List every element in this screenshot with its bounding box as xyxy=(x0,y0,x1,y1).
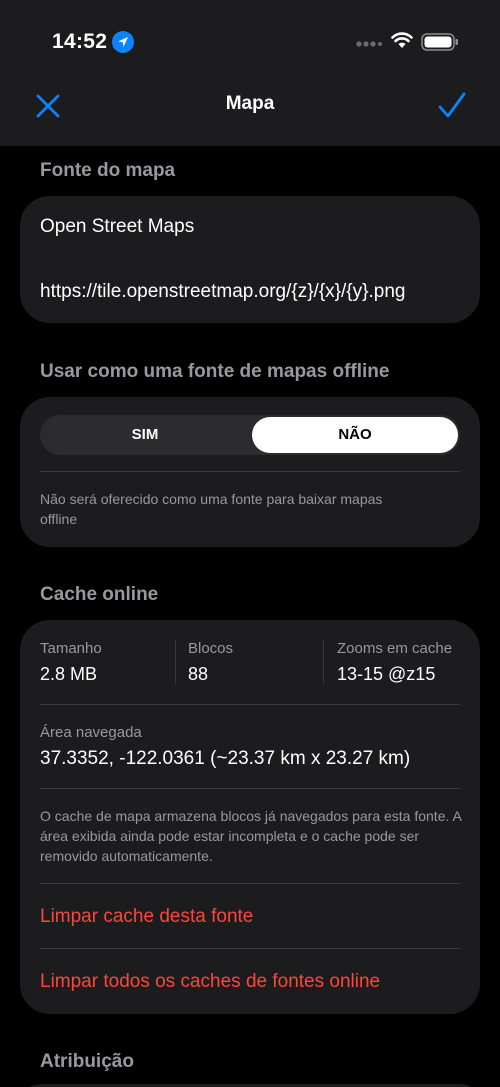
divider xyxy=(323,640,324,684)
checkmark-icon[interactable] xyxy=(436,90,468,122)
offline-note: Não será oferecido como uma fonte para b… xyxy=(40,491,383,527)
cache-note: O cache de mapa armazena blocos já naveg… xyxy=(40,808,462,864)
offline-card: SIM NÃO Não será oferecido como uma font… xyxy=(20,397,480,547)
size-label: Tamanho xyxy=(40,640,102,657)
zooms-value: 13-15 @z15 xyxy=(337,664,436,684)
divider xyxy=(175,640,176,684)
battery-icon xyxy=(421,33,458,51)
cellular-signal-icon xyxy=(356,41,382,47)
area-value: 37.3352, -122.0361 (~23.37 km x 23.27 km… xyxy=(40,748,411,769)
segment-option-no[interactable]: NÃO xyxy=(252,417,458,453)
map-source-name[interactable]: Open Street Maps xyxy=(40,216,194,238)
divider xyxy=(40,883,460,884)
location-arrow-icon xyxy=(112,31,134,53)
page-title: Mapa xyxy=(225,93,275,114)
wifi-icon xyxy=(391,32,413,48)
blocks-value: 88 xyxy=(188,664,209,684)
cache-card: Tamanho 2.8 MB Blocos 88 Zooms em cache … xyxy=(20,620,480,1014)
map-source-card: Open Street Maps https://tile.openstreet… xyxy=(20,196,480,323)
divider xyxy=(40,471,460,472)
offline-header: Usar como uma fonte de mapas offline xyxy=(40,361,390,382)
clear-all-caches-button[interactable]: Limpar todos os caches de fontes online xyxy=(40,971,380,993)
divider xyxy=(40,704,460,705)
attribution-header: Atribuição xyxy=(40,1051,134,1072)
cache-header: Cache online xyxy=(40,584,159,605)
segment-option-yes[interactable]: SIM xyxy=(40,415,250,455)
zooms-label: Zooms em cache xyxy=(337,640,453,657)
clear-this-cache-button[interactable]: Limpar cache desta fonte xyxy=(40,906,253,928)
blocks-label: Blocos xyxy=(188,640,234,657)
map-source-header: Fonte do mapa xyxy=(40,160,176,181)
divider xyxy=(40,788,460,789)
area-label: Área navegada xyxy=(40,724,142,741)
status-bar: 14:52 xyxy=(0,0,500,84)
divider xyxy=(40,948,460,949)
map-source-url[interactable]: https://tile.openstreetmap.org/{z}/{x}/{… xyxy=(40,281,405,303)
size-value: 2.8 MB xyxy=(40,664,98,684)
offline-segmented-control[interactable]: SIM NÃO xyxy=(40,415,460,455)
status-time: 14:52 xyxy=(52,30,108,53)
